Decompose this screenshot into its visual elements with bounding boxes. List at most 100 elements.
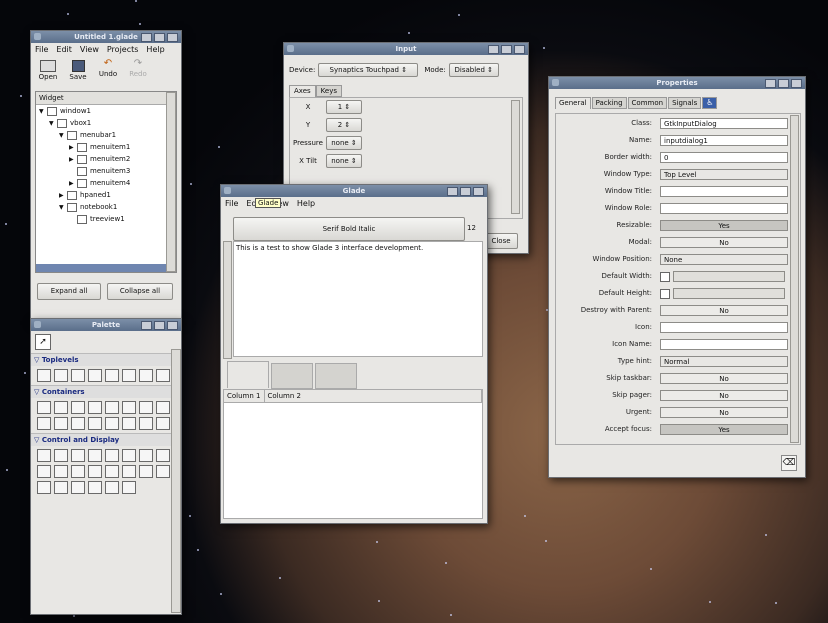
palette-widget-icon[interactable] <box>139 401 153 414</box>
checkbox[interactable] <box>660 288 670 299</box>
palette-widget-icon[interactable] <box>54 417 68 430</box>
property-value-toggle[interactable]: No <box>660 373 788 384</box>
maximize-button[interactable] <box>501 45 512 54</box>
tree-row[interactable]: ▼ menubar1 <box>36 129 176 141</box>
palette-scrollbar[interactable] <box>171 349 181 613</box>
palette-widget-icon[interactable] <box>37 481 51 494</box>
open-button[interactable]: Open <box>37 58 59 86</box>
close-button[interactable] <box>473 187 484 196</box>
text-view[interactable]: This is a test to show Glade 3 interface… <box>233 241 483 357</box>
property-value-field[interactable]: GtkInputDialog <box>660 118 788 129</box>
tree-view[interactable]: Column 1 Column 2 <box>223 389 483 519</box>
palette-section-header[interactable]: ▽ Toplevels <box>31 353 181 366</box>
palette-widget-icon[interactable] <box>139 417 153 430</box>
palette-widget-icon[interactable] <box>37 417 51 430</box>
palette-widget-icon[interactable] <box>139 465 153 478</box>
palette-widget-icon[interactable] <box>88 465 102 478</box>
palette-widget-icon[interactable] <box>37 369 51 382</box>
palette-widget-icon[interactable] <box>105 449 119 462</box>
maximize-button[interactable] <box>778 79 789 88</box>
palette-widget-icon[interactable] <box>105 401 119 414</box>
tab-axes[interactable]: Axes <box>289 85 316 97</box>
undo-button[interactable]: ↶ Undo <box>97 58 119 86</box>
font-button[interactable]: Serif Bold Italic <box>233 217 465 241</box>
tab-signals[interactable]: Signals <box>668 97 702 109</box>
palette-widget-icon[interactable] <box>105 481 119 494</box>
property-value-field[interactable]: inputdialog1 <box>660 135 788 146</box>
tree-row[interactable]: ▼ vbox1 <box>36 117 176 129</box>
property-value-toggle[interactable]: Yes <box>660 424 788 435</box>
collapse-all-button[interactable]: Collapse all <box>107 283 173 300</box>
checkbox[interactable] <box>660 271 670 282</box>
palette-widget-icon[interactable] <box>71 401 85 414</box>
widget-column-header[interactable]: Widget <box>36 92 176 105</box>
property-value-field[interactable] <box>660 322 788 333</box>
palette-widget-icon[interactable] <box>122 481 136 494</box>
column-2-header[interactable]: Column 2 <box>265 390 482 402</box>
property-value-field[interactable] <box>660 203 788 214</box>
palette-widget-icon[interactable] <box>156 449 170 462</box>
palette-widget-icon[interactable] <box>71 481 85 494</box>
tree-row[interactable]: ▶ hpaned1 <box>36 189 176 201</box>
tree-row[interactable]: ▶ menuitem2 <box>36 153 176 165</box>
palette-widget-icon[interactable] <box>139 449 153 462</box>
mode-combo[interactable]: Disabled ⇕ <box>448 63 499 77</box>
menu-file[interactable]: File <box>35 45 48 54</box>
glade-main-titlebar[interactable]: Untitled 1.glade <box>31 31 181 43</box>
palette-widget-icon[interactable] <box>37 449 51 462</box>
palette-widget-icon[interactable] <box>156 417 170 430</box>
menu-projects[interactable]: Projects <box>107 45 139 54</box>
close-button[interactable] <box>167 33 178 42</box>
notebook-tab-2[interactable] <box>271 363 313 389</box>
menu-help[interactable]: Help <box>146 45 164 54</box>
redo-button[interactable]: ↷ Redo <box>127 58 149 86</box>
property-value-check[interactable] <box>660 271 788 282</box>
property-value-toggle[interactable]: No <box>660 305 788 316</box>
close-dialog-button[interactable]: Close <box>484 233 518 249</box>
text-scrollbar[interactable] <box>223 241 232 359</box>
minimize-button[interactable] <box>141 321 152 330</box>
palette-widget-icon[interactable] <box>88 401 102 414</box>
palette-widget-icon[interactable] <box>54 401 68 414</box>
palette-section-header[interactable]: ▽ Containers <box>31 385 181 398</box>
close-button[interactable] <box>167 321 178 330</box>
tab-common[interactable]: Common <box>627 97 668 109</box>
tree-row[interactable]: ▼ notebook1 <box>36 201 176 213</box>
palette-widget-icon[interactable] <box>105 369 119 382</box>
palette-widget-icon[interactable] <box>122 401 136 414</box>
close-button[interactable] <box>514 45 525 54</box>
column-1-header[interactable]: Column 1 <box>224 390 265 402</box>
property-value-toggle[interactable]: No <box>660 390 788 401</box>
tab-accessibility[interactable]: ♿ <box>702 97 718 109</box>
menu-help[interactable]: Help <box>297 199 315 208</box>
menu-view[interactable]: View <box>80 45 99 54</box>
axis-combo[interactable]: 2 ⇕ <box>326 118 362 132</box>
tree-row[interactable]: ▼ window1 <box>36 105 176 117</box>
maximize-button[interactable] <box>154 33 165 42</box>
palette-widget-icon[interactable] <box>88 417 102 430</box>
tab-packing[interactable]: Packing <box>591 97 627 109</box>
minimize-button[interactable] <box>447 187 458 196</box>
tab-general[interactable]: General <box>555 97 591 109</box>
palette-titlebar[interactable]: Palette <box>31 319 181 331</box>
palette-widget-icon[interactable] <box>122 417 136 430</box>
clear-button[interactable]: ⌫ <box>781 455 797 471</box>
menu-edit[interactable]: Edit <box>56 45 72 54</box>
minimize-button[interactable] <box>765 79 776 88</box>
palette-widget-icon[interactable] <box>88 449 102 462</box>
property-value-field[interactable]: 0 <box>660 152 788 163</box>
properties-scrollbar[interactable] <box>790 115 799 443</box>
palette-widget-icon[interactable] <box>122 465 136 478</box>
palette-widget-icon[interactable] <box>122 369 136 382</box>
property-value-check[interactable] <box>660 288 788 299</box>
expand-all-button[interactable]: Expand all <box>37 283 101 300</box>
palette-widget-icon[interactable] <box>71 369 85 382</box>
palette-widget-icon[interactable] <box>54 481 68 494</box>
glade-test-titlebar[interactable]: Glade <box>221 185 487 197</box>
palette-widget-icon[interactable] <box>156 369 170 382</box>
palette-widget-icon[interactable] <box>122 449 136 462</box>
palette-widget-icon[interactable] <box>71 449 85 462</box>
palette-section-header[interactable]: ▽ Control and Display <box>31 433 181 446</box>
tree-row[interactable]: ▶ menuitem4 <box>36 177 176 189</box>
tree-row[interactable]: treeview1 <box>36 213 176 225</box>
